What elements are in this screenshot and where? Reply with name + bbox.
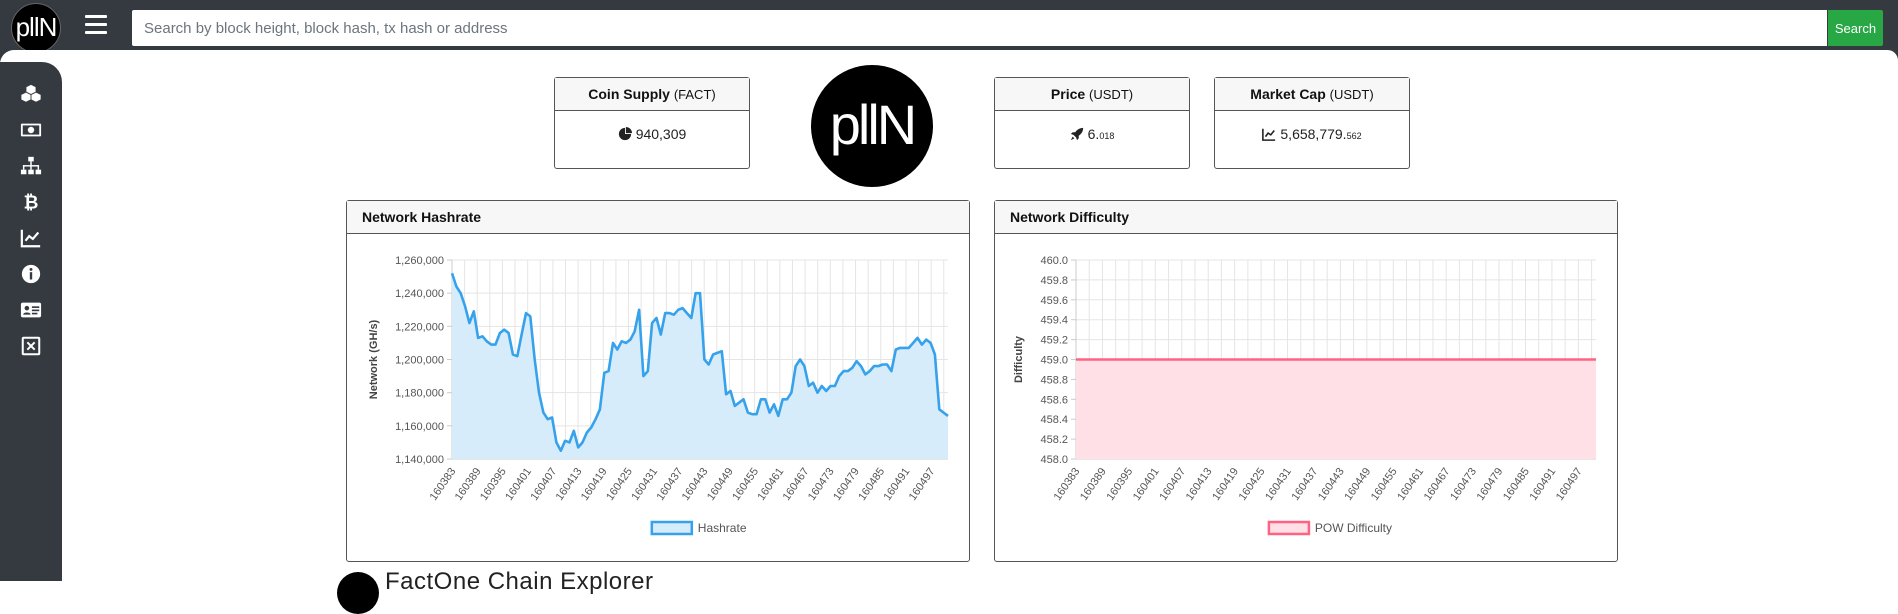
difficulty-x-tick-label: 160467 bbox=[1422, 466, 1453, 503]
info-circle-icon[interactable] bbox=[18, 263, 44, 285]
menu-toggle-icon[interactable] bbox=[85, 15, 107, 35]
price-card: Price (USDT) 6.018 bbox=[994, 77, 1190, 169]
cubes-icon[interactable] bbox=[18, 83, 44, 105]
difficulty-x-tick-label: 160431 bbox=[1263, 466, 1294, 503]
difficulty-y-tick-label: 458.8 bbox=[1040, 374, 1068, 386]
difficulty-x-tick-label: 160497 bbox=[1554, 466, 1585, 503]
difficulty-x-tick-label: 160449 bbox=[1342, 466, 1373, 503]
id-card-icon[interactable] bbox=[18, 299, 44, 321]
market-cap-value-decimals: 562 bbox=[1346, 131, 1362, 141]
difficulty-series-area bbox=[1076, 359, 1596, 459]
market-cap-value: 5,658,779. bbox=[1280, 126, 1347, 142]
coin-supply-value: 940,309 bbox=[635, 126, 687, 142]
difficulty-legend-swatch bbox=[1267, 520, 1311, 536]
difficulty-x-tick-label: 160419 bbox=[1210, 466, 1241, 503]
price-header: Price (USDT) bbox=[995, 78, 1189, 111]
difficulty-chart-card: Network Difficulty 460.0 459.8 459.6 459.4 4… bbox=[994, 200, 1618, 562]
hashrate-legend-swatch bbox=[650, 520, 694, 536]
rocket-icon bbox=[1070, 127, 1083, 141]
sidebar: ₿ bbox=[0, 62, 62, 581]
difficulty-x-tick-label: 160395 bbox=[1104, 466, 1135, 503]
difficulty-y-tick-label: 459.2 bbox=[1040, 335, 1068, 347]
bitcoin-icon[interactable]: ₿ bbox=[18, 191, 44, 213]
hashrate-y-tick-label: 1,180,000 bbox=[395, 388, 444, 400]
footer-title: FactOne Chain Explorer bbox=[385, 568, 654, 595]
pie-chart-icon bbox=[618, 127, 632, 141]
difficulty-x-tick-label: 160407 bbox=[1157, 466, 1188, 503]
hashrate-y-tick-label: 1,220,000 bbox=[395, 321, 444, 333]
difficulty-x-tick-label: 160437 bbox=[1290, 466, 1321, 503]
difficulty-legend-label: POW Difficulty bbox=[1315, 521, 1392, 535]
difficulty-y-tick-label: 460.0 bbox=[1040, 255, 1068, 267]
difficulty-x-tick-label: 160473 bbox=[1448, 466, 1479, 503]
difficulty-y-axis-label: Difficulty bbox=[1013, 335, 1025, 383]
difficulty-x-tick-label: 160413 bbox=[1184, 466, 1215, 503]
market-cap-unit: (USDT) bbox=[1329, 87, 1374, 102]
price-label: Price bbox=[1050, 86, 1086, 102]
price-body: 6.018 bbox=[995, 111, 1189, 159]
market-cap-header: Market Cap (USDT) bbox=[1215, 78, 1409, 111]
hashrate-x-tick-label: 160497 bbox=[907, 466, 938, 503]
difficulty-x-tick-label: 160491 bbox=[1527, 466, 1558, 503]
svg-text:₿: ₿ bbox=[24, 192, 39, 213]
difficulty-x-tick-label: 160401 bbox=[1131, 466, 1162, 503]
hashrate-chart-card: Network Hashrate 1,260,000 1,240,000 1,220… bbox=[346, 200, 970, 562]
market-cap-body: 5,658,779.562 bbox=[1215, 111, 1409, 159]
difficulty-x-tick-label: 160443 bbox=[1316, 466, 1347, 503]
hashrate-y-tick-label: 1,160,000 bbox=[395, 421, 444, 433]
center-logo: pllN bbox=[811, 65, 933, 187]
market-cap-card: Market Cap (USDT) 5,658,779.562 bbox=[1214, 77, 1410, 169]
coin-supply-header: Coin Supply (FACT) bbox=[555, 78, 749, 111]
coin-supply-label: Coin Supply bbox=[588, 86, 670, 102]
difficulty-y-tick-label: 459.4 bbox=[1040, 315, 1068, 327]
chart-line-icon bbox=[1262, 128, 1276, 141]
coin-supply-body: 940,309 bbox=[555, 111, 749, 157]
hashrate-legend-label: Hashrate bbox=[698, 521, 747, 535]
difficulty-x-tick-label: 160425 bbox=[1237, 466, 1268, 503]
difficulty-y-tick-label: 458.0 bbox=[1040, 454, 1068, 466]
difficulty-y-tick-label: 458.6 bbox=[1040, 394, 1068, 406]
difficulty-x-tick-label: 160479 bbox=[1475, 466, 1506, 503]
price-value: 6. bbox=[1087, 126, 1100, 142]
price-unit: (USDT) bbox=[1089, 87, 1134, 102]
difficulty-y-tick-label: 459.8 bbox=[1040, 275, 1068, 287]
difficulty-x-tick-label: 160485 bbox=[1501, 466, 1532, 503]
money-bill-icon[interactable] bbox=[18, 119, 44, 141]
search-button[interactable]: Search bbox=[1828, 10, 1883, 46]
topbar-curve bbox=[0, 50, 1898, 64]
difficulty-x-tick-label: 160383 bbox=[1052, 466, 1083, 503]
price-value-decimals: 018 bbox=[1099, 131, 1115, 141]
hashrate-chart-svg: 1,260,000 1,240,000 1,220,000 1,200,000 1,18… bbox=[368, 255, 949, 536]
hashrate-y-tick-label: 1,240,000 bbox=[395, 288, 444, 300]
site-logo[interactable]: pllN bbox=[11, 3, 61, 53]
difficulty-x-tick-label: 160455 bbox=[1369, 466, 1400, 503]
difficulty-chart-svg: 460.0 459.8 459.6 459.4 459.2 459.0 458.8 458.6… bbox=[1013, 255, 1596, 536]
difficulty-chart-title: Network Difficulty bbox=[995, 201, 1617, 234]
search-input[interactable] bbox=[132, 10, 1827, 46]
hashrate-y-tick-label: 1,140,000 bbox=[395, 454, 444, 466]
difficulty-y-tick-label: 458.4 bbox=[1040, 414, 1068, 426]
coin-supply-unit: (FACT) bbox=[673, 87, 716, 102]
hashrate-y-tick-label: 1,260,000 bbox=[395, 255, 444, 267]
difficulty-x-tick-label: 160461 bbox=[1395, 466, 1426, 503]
chart-line-icon[interactable] bbox=[18, 227, 44, 249]
close-box-icon[interactable] bbox=[18, 335, 44, 357]
hashrate-y-tick-label: 1,200,000 bbox=[395, 355, 444, 367]
difficulty-y-tick-label: 458.2 bbox=[1040, 434, 1068, 446]
market-cap-label: Market Cap bbox=[1250, 86, 1326, 102]
difficulty-y-tick-label: 459.6 bbox=[1040, 295, 1068, 307]
footer-logo bbox=[337, 572, 379, 614]
difficulty-x-tick-label: 160389 bbox=[1078, 466, 1109, 503]
hashrate-y-axis-label: Network (GH/s) bbox=[368, 319, 380, 399]
coin-supply-card: Coin Supply (FACT) 940,309 bbox=[554, 77, 750, 169]
network-icon[interactable] bbox=[18, 155, 44, 177]
difficulty-y-tick-label: 459.0 bbox=[1040, 355, 1068, 367]
hashrate-chart-title: Network Hashrate bbox=[347, 201, 969, 234]
